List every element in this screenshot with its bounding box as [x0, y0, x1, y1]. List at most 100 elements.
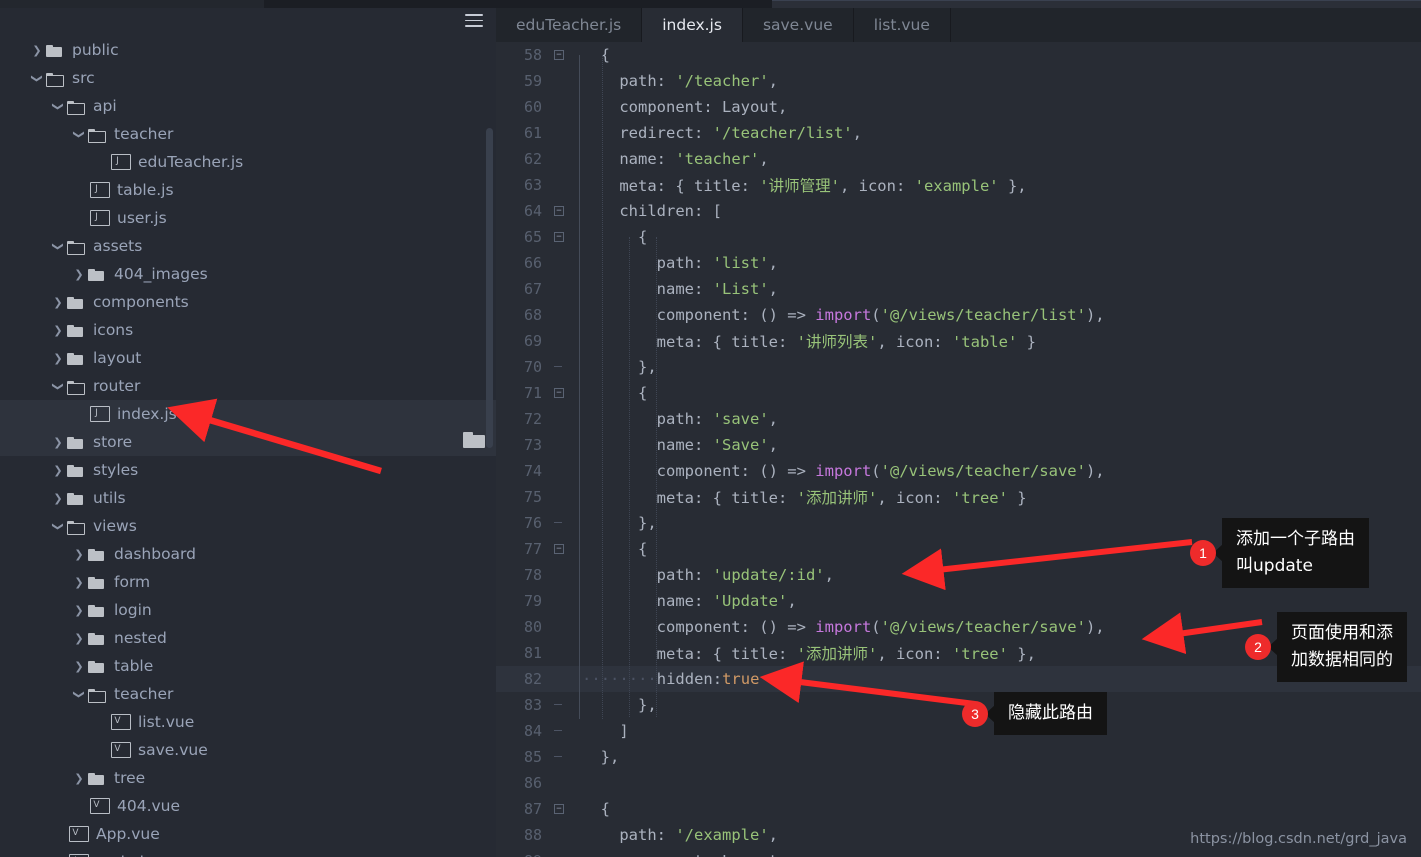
- tree-item-store[interactable]: ❯ store: [0, 428, 496, 456]
- chevron-right-icon[interactable]: ❯: [50, 465, 66, 476]
- code-fold-icon[interactable]: −: [554, 206, 564, 216]
- tree-item-app-vue[interactable]: App.vue: [0, 820, 496, 848]
- tree-item-nested[interactable]: ❯ nested: [0, 624, 496, 652]
- code-line[interactable]: 70 },: [496, 354, 1421, 380]
- chevron-right-icon[interactable]: ❯: [71, 269, 87, 280]
- tree-item-layout[interactable]: ❯ layout: [0, 344, 496, 372]
- tree-item-label: teacher: [114, 685, 174, 703]
- code-fold-icon[interactable]: −: [554, 232, 564, 242]
- code-line[interactable]: 87 − {: [496, 796, 1421, 822]
- editor-tab-save-vue[interactable]: save.vue: [743, 8, 854, 42]
- code-line[interactable]: 71 − {: [496, 380, 1421, 406]
- tree-item-views[interactable]: ❯ views: [0, 512, 496, 540]
- chevron-right-icon[interactable]: ❯: [29, 45, 45, 56]
- code-line[interactable]: 64 − children: [: [496, 198, 1421, 224]
- tree-item-teacher[interactable]: ❯ teacher: [0, 680, 496, 708]
- code-line[interactable]: 72 path: 'save',: [496, 406, 1421, 432]
- code-line[interactable]: 73 name: 'Save',: [496, 432, 1421, 458]
- chevron-right-icon[interactable]: ❯: [71, 773, 87, 784]
- tree-item-save-vue[interactable]: save.vue: [0, 736, 496, 764]
- tree-item-dashboard[interactable]: ❯ dashboard: [0, 540, 496, 568]
- tree-item-styles[interactable]: ❯ styles: [0, 456, 496, 484]
- chevron-right-icon[interactable]: ❯: [50, 325, 66, 336]
- hamburger-bar: [465, 19, 483, 21]
- editor-tab-index-js[interactable]: index.js: [642, 8, 743, 42]
- tree-item-public[interactable]: ❯ public: [0, 36, 496, 64]
- callout-1-bubble: 添加一个子路由 叫update: [1222, 518, 1369, 588]
- tree-item-icons[interactable]: ❯ icons: [0, 316, 496, 344]
- tree-item-tree[interactable]: ❯ tree: [0, 764, 496, 792]
- code-line[interactable]: 58 − {: [496, 42, 1421, 68]
- code-fold-icon[interactable]: −: [554, 388, 564, 398]
- code-line-text: name: 'Update',: [570, 592, 1421, 610]
- code-line[interactable]: 60 component: Layout,: [496, 94, 1421, 120]
- code-line[interactable]: 66 path: 'list',: [496, 250, 1421, 276]
- editor-tab-eduteacher-js[interactable]: eduTeacher.js: [496, 8, 643, 42]
- code-line[interactable]: 75 meta: { title: '添加讲师', icon: 'tree' }: [496, 484, 1421, 510]
- tree-item-login[interactable]: ❯ login: [0, 596, 496, 624]
- code-fold-icon[interactable]: −: [554, 544, 564, 554]
- code-line[interactable]: 83 },: [496, 692, 1421, 718]
- code-line[interactable]: 84 ]: [496, 718, 1421, 744]
- tree-item-table[interactable]: ❯ table: [0, 652, 496, 680]
- code-fold-icon[interactable]: −: [554, 804, 564, 814]
- tree-item-user-js[interactable]: user.js: [0, 204, 496, 232]
- tree-item-assets[interactable]: ❯ assets: [0, 232, 496, 260]
- code-line[interactable]: 85 },: [496, 744, 1421, 770]
- code-line[interactable]: 86: [496, 770, 1421, 796]
- code-line[interactable]: 62 name: 'teacher',: [496, 146, 1421, 172]
- code-line[interactable]: 69 meta: { title: '讲师列表', icon: 'table' …: [496, 328, 1421, 354]
- tree-item-404-vue[interactable]: 404.vue: [0, 792, 496, 820]
- tree-item-teacher[interactable]: ❯ teacher: [0, 120, 496, 148]
- code-line[interactable]: 63 meta: { title: '讲师管理', icon: 'example…: [496, 172, 1421, 198]
- tree-item-index-js[interactable]: index.js: [0, 400, 496, 428]
- code-editor-area[interactable]: 58− {59 path: '/teacher', 60 component: L…: [496, 42, 1421, 857]
- tree-item-form[interactable]: ❯ form: [0, 568, 496, 596]
- hamburger-menu-icon[interactable]: [465, 14, 483, 28]
- chevron-right-icon[interactable]: ❯: [71, 549, 87, 560]
- chevron-right-icon[interactable]: ❯: [50, 493, 66, 504]
- code-line[interactable]: 65 − {: [496, 224, 1421, 250]
- chevron-down-icon[interactable]: ❯: [52, 238, 65, 254]
- chevron-down-icon[interactable]: ❯: [52, 378, 65, 394]
- chevron-right-icon[interactable]: ❯: [71, 661, 87, 672]
- tree-item-components[interactable]: ❯ components: [0, 288, 496, 316]
- tree-item-main-js[interactable]: main.js: [0, 848, 496, 857]
- line-number: 84: [523, 722, 542, 740]
- editor-tab-list-vue[interactable]: list.vue: [854, 8, 951, 42]
- code-line[interactable]: 79 name: 'Update',: [496, 588, 1421, 614]
- chevron-right-icon[interactable]: ❯: [50, 353, 66, 364]
- code-line[interactable]: 61 redirect: '/teacher/list',: [496, 120, 1421, 146]
- code-line[interactable]: 59 path: '/teacher',: [496, 68, 1421, 94]
- chevron-down-icon[interactable]: ❯: [73, 126, 86, 142]
- code-line[interactable]: 68 component: () => import('@/views/teac…: [496, 302, 1421, 328]
- chevron-right-icon[interactable]: ❯: [50, 437, 66, 448]
- chevron-down-icon[interactable]: ❯: [31, 70, 44, 86]
- chevron-down-icon[interactable]: ❯: [52, 518, 65, 534]
- tree-item-label: utils: [93, 489, 126, 507]
- tree-item-404-images[interactable]: ❯ 404_images: [0, 260, 496, 288]
- code-line[interactable]: 67 name: 'List',: [496, 276, 1421, 302]
- code-token: component: () =>: [582, 618, 816, 636]
- code-line[interactable]: 89 component: Layout,: [496, 848, 1421, 857]
- chevron-right-icon[interactable]: ❯: [71, 633, 87, 644]
- tree-item-table-js[interactable]: table.js: [0, 176, 496, 204]
- tree-item-router[interactable]: ❯ router: [0, 372, 496, 400]
- folder-closed-icon: [87, 770, 107, 786]
- chevron-right-icon[interactable]: ❯: [50, 297, 66, 308]
- line-number-gutter: 59: [496, 68, 570, 94]
- line-number: 86: [523, 774, 542, 792]
- code-line[interactable]: 74 component: () => import('@/views/teac…: [496, 458, 1421, 484]
- tree-item-list-vue[interactable]: list.vue: [0, 708, 496, 736]
- tree-item-utils[interactable]: ❯ utils: [0, 484, 496, 512]
- tree-item-src[interactable]: ❯ src: [0, 64, 496, 92]
- chevron-down-icon[interactable]: ❯: [52, 98, 65, 114]
- chevron-down-icon[interactable]: ❯: [73, 686, 86, 702]
- tree-item-eduteacher-js[interactable]: eduTeacher.js: [0, 148, 496, 176]
- chevron-right-icon[interactable]: ❯: [71, 577, 87, 588]
- tree-item-api[interactable]: ❯ api: [0, 92, 496, 120]
- chevron-right-icon[interactable]: ❯: [71, 605, 87, 616]
- sidebar-scrollbar[interactable]: [486, 128, 493, 448]
- tree-item-label: save.vue: [138, 741, 208, 759]
- code-fold-icon[interactable]: −: [554, 50, 564, 60]
